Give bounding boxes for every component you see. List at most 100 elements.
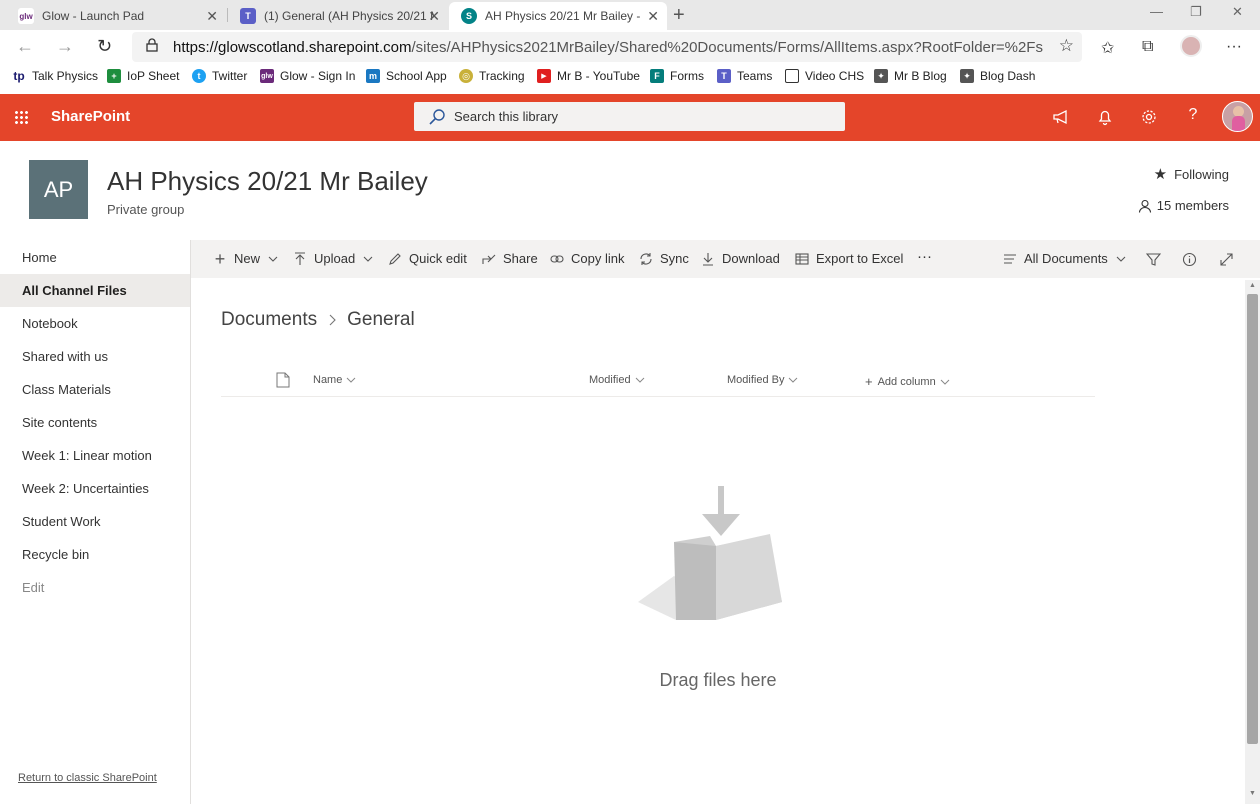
excel-icon: [795, 252, 809, 265]
talk-physics-icon: tp: [12, 69, 26, 83]
bookmark-teams[interactable]: T Teams: [717, 69, 772, 83]
browser-tab-teams[interactable]: T (1) General (AH Physics 20/21 M ✕: [228, 2, 448, 30]
bookmark-glow-sign-in[interactable]: glw Glow - Sign In: [260, 69, 355, 83]
scroll-up-icon[interactable]: ▲: [1249, 282, 1256, 289]
user-avatar[interactable]: [1222, 101, 1253, 132]
nav-item-all-channel-files[interactable]: All Channel Files: [0, 274, 190, 307]
chevron-down-icon: [268, 256, 278, 262]
nav-item-site-contents[interactable]: Site contents: [0, 406, 190, 439]
new-button[interactable]: + New: [213, 250, 278, 268]
breadcrumb-documents[interactable]: Documents: [221, 309, 317, 331]
nav-item-recycle-bin[interactable]: Recycle bin: [0, 538, 190, 571]
nav-item-class-materials[interactable]: Class Materials: [0, 373, 190, 406]
site-subtitle: Private group: [107, 202, 185, 217]
blog-icon: ✦: [874, 69, 888, 83]
bookmark-talk-physics[interactable]: tp Talk Physics: [12, 69, 98, 83]
youtube-icon: ▶: [537, 69, 551, 83]
add-column-button[interactable]: + Add column: [865, 374, 950, 389]
nav-item-shared-with-us[interactable]: Shared with us: [0, 340, 190, 373]
scrollbar-thumb[interactable]: [1247, 294, 1258, 744]
close-tab-icon[interactable]: ✕: [206, 8, 218, 25]
nav-item-week-1[interactable]: Week 1: Linear motion: [0, 439, 190, 472]
bookmark-tracking[interactable]: ◎ Tracking: [459, 69, 525, 83]
scroll-down-icon[interactable]: ▼: [1249, 790, 1256, 797]
nav-item-notebook[interactable]: Notebook: [0, 307, 190, 340]
gear-icon[interactable]: [1139, 107, 1159, 127]
favorites-icon[interactable]: ✩: [1101, 38, 1114, 58]
bookmarks-bar: tp Talk Physics + IoP Sheet t Twitter glw Gl…: [0, 64, 1260, 92]
bookmark-youtube[interactable]: ▶ Mr B - YouTube: [537, 69, 640, 83]
column-header-name[interactable]: Name: [313, 374, 356, 386]
browser-profile-avatar[interactable]: [1180, 35, 1202, 57]
filter-icon[interactable]: [1146, 252, 1161, 267]
nav-item-week-2[interactable]: Week 2: Uncertainties: [0, 472, 190, 505]
bookmark-forms[interactable]: F Forms: [650, 69, 704, 83]
megaphone-icon[interactable]: [1051, 107, 1071, 127]
bookmark-blog-dash[interactable]: ✦ Blog Dash: [960, 69, 1035, 83]
follow-button[interactable]: ★ Following: [1154, 165, 1229, 183]
members-button[interactable]: 15 members: [1138, 198, 1229, 213]
left-navigation: Home All Channel Files Notebook Shared w…: [0, 240, 191, 804]
download-button[interactable]: Download: [701, 251, 780, 266]
close-tab-icon[interactable]: ✕: [428, 8, 440, 25]
sharepoint-brand-link[interactable]: SharePoint: [51, 108, 130, 125]
school-app-icon: m: [366, 69, 380, 83]
refresh-icon[interactable]: ↻: [97, 36, 112, 57]
browser-menu-icon[interactable]: ···: [1226, 38, 1242, 56]
expand-icon[interactable]: [1219, 252, 1234, 267]
nav-edit-link[interactable]: Edit: [0, 571, 190, 604]
link-icon: [550, 254, 564, 263]
breadcrumb-general: General: [347, 309, 415, 330]
file-type-icon[interactable]: [276, 372, 290, 388]
chevron-down-icon: [346, 377, 356, 383]
empty-folder-illustration: [638, 486, 782, 620]
app-launcher-icon[interactable]: [14, 110, 28, 124]
quick-edit-button[interactable]: Quick edit: [388, 251, 467, 266]
sync-button[interactable]: Sync: [639, 251, 689, 266]
chevron-down-icon: [789, 377, 798, 383]
favorite-star-icon[interactable]: ☆: [1059, 36, 1074, 56]
site-title[interactable]: AH Physics 20/21 Mr Bailey: [107, 166, 428, 197]
info-icon[interactable]: [1182, 252, 1197, 267]
bookmark-video-chs[interactable]: Video CHS: [785, 69, 864, 83]
vertical-scrollbar[interactable]: ▲ ▼: [1245, 280, 1260, 804]
site-logo[interactable]: AP: [29, 160, 88, 219]
back-icon[interactable]: ←: [16, 36, 34, 57]
bookmark-mr-b-blog[interactable]: ✦ Mr B Blog: [874, 69, 947, 83]
browser-tab-sharepoint[interactable]: S AH Physics 20/21 Mr Bailey - Ge ✕: [449, 2, 667, 30]
nav-item-student-work[interactable]: Student Work: [0, 505, 190, 538]
bookmark-twitter[interactable]: t Twitter: [192, 69, 247, 83]
search-box[interactable]: [414, 102, 845, 131]
forward-icon[interactable]: →: [56, 36, 74, 57]
restore-icon[interactable]: ❐: [1190, 4, 1202, 20]
nav-item-home[interactable]: Home: [0, 241, 190, 274]
upload-button[interactable]: Upload: [293, 251, 373, 266]
return-to-classic-link[interactable]: Return to classic SharePoint: [18, 772, 157, 784]
download-icon: [703, 252, 713, 266]
forms-icon: F: [650, 69, 664, 83]
export-to-excel-button[interactable]: Export to Excel: [795, 251, 903, 266]
column-header-modified-by[interactable]: Modified By: [727, 374, 798, 386]
share-button[interactable]: Share: [482, 251, 538, 266]
upload-icon: [295, 251, 305, 265]
view-selector[interactable]: All Documents: [1003, 251, 1126, 266]
browser-tab-glow[interactable]: glw Glow - Launch Pad ✕: [6, 2, 226, 30]
command-bar: + New Upload Quick edit Share Copy link …: [191, 240, 1260, 278]
twitter-icon: t: [192, 69, 206, 83]
help-icon[interactable]: ?: [1183, 106, 1203, 126]
bookmark-school-app[interactable]: m School App: [366, 69, 447, 83]
close-tab-icon[interactable]: ✕: [647, 8, 659, 25]
minimize-icon[interactable]: —: [1150, 4, 1163, 19]
url-field[interactable]: https://glowscotland.sharepoint.com/site…: [132, 32, 1082, 62]
collections-icon[interactable]: ⧉: [1142, 38, 1153, 56]
more-commands-button[interactable]: ···: [917, 248, 932, 265]
bookmark-iop-sheet[interactable]: + IoP Sheet: [107, 69, 180, 83]
bell-icon[interactable]: [1095, 107, 1115, 127]
search-input[interactable]: [454, 102, 834, 131]
column-header-modified[interactable]: Modified: [589, 374, 645, 386]
site-header: AP AH Physics 20/21 Mr Bailey Private gr…: [0, 141, 1260, 240]
copy-link-button[interactable]: Copy link: [550, 251, 624, 266]
new-tab-icon[interactable]: +: [673, 4, 685, 27]
close-window-icon[interactable]: ✕: [1232, 4, 1243, 20]
chevron-down-icon: [635, 377, 644, 383]
